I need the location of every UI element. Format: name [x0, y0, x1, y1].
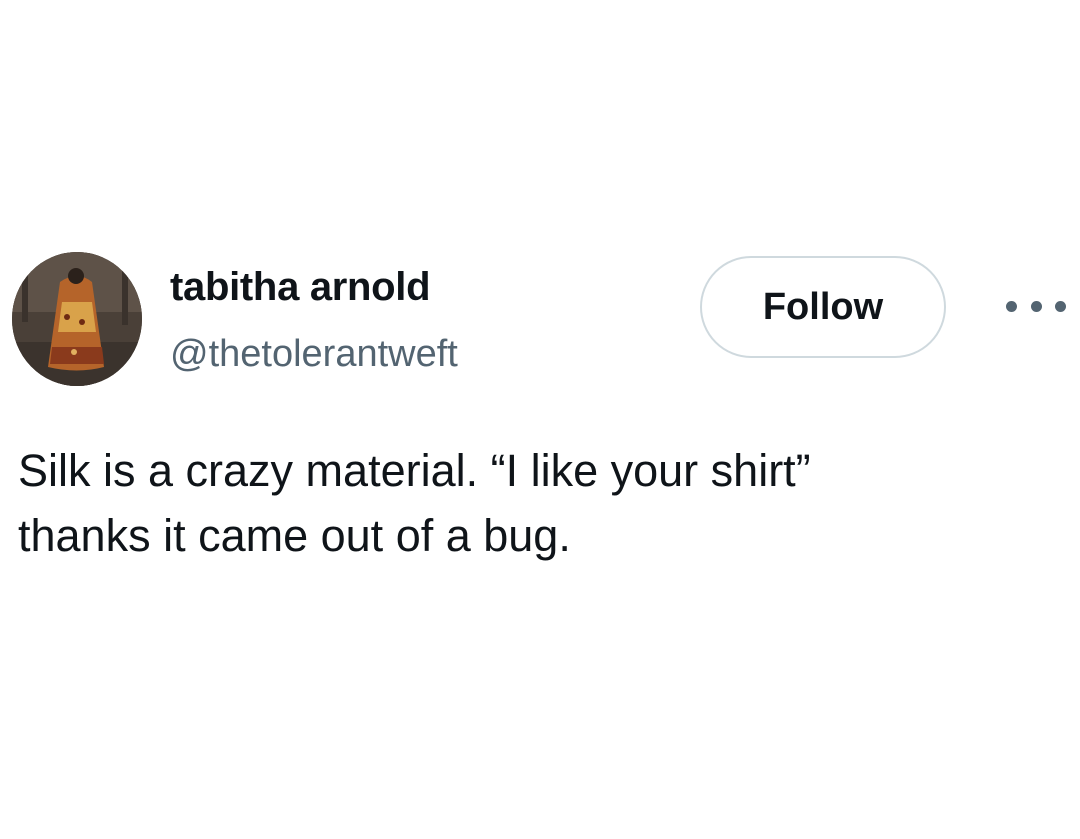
- more-dot: [1055, 300, 1066, 312]
- more-horizontal-icon[interactable]: [1006, 296, 1066, 316]
- tweet-text: Silk is a crazy material. “I like your s…: [18, 438, 1068, 568]
- tweet-card: tabitha arnold @thetolerantweft Follow S…: [0, 0, 1080, 839]
- author-handle[interactable]: @thetolerantweft: [170, 330, 458, 378]
- author-display-name[interactable]: tabitha arnold: [170, 262, 431, 312]
- avatar-image: [12, 252, 142, 386]
- follow-button[interactable]: Follow: [700, 256, 946, 358]
- tweet-text-line: thanks it came out of a bug.: [18, 510, 571, 561]
- more-dot: [1030, 300, 1042, 312]
- tweet-text-line: Silk is a crazy material. “I like your s…: [18, 445, 811, 496]
- avatar[interactable]: [12, 252, 142, 386]
- follow-button-label: Follow: [762, 285, 884, 328]
- more-dot: [1006, 300, 1017, 312]
